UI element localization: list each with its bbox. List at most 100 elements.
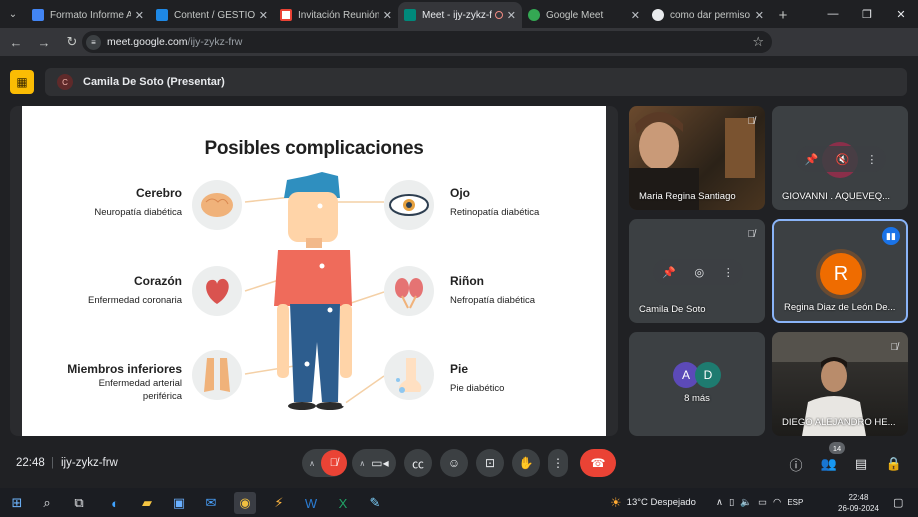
presenter-avatar: C: [57, 74, 73, 90]
clock[interactable]: 22:48 26-09-2024: [838, 488, 879, 517]
close-icon[interactable]: ✕: [135, 9, 144, 22]
emoji-button[interactable]: ☺: [440, 449, 468, 477]
mic-off-icon: 🎙̸: [747, 116, 756, 127]
tab-invitacion-reunion[interactable]: Invitación Reunión de ✕: [274, 2, 398, 28]
separator: |: [51, 457, 54, 469]
close-icon[interactable]: ✕: [383, 9, 392, 22]
language-indicator[interactable]: ESP: [787, 498, 803, 507]
chevron-up-icon[interactable]: ∧: [716, 497, 723, 508]
mail-icon[interactable]: ✉: [200, 492, 222, 514]
participant-name: GIOVANNI . AQUEVEQ...: [782, 191, 891, 202]
presenter-banner[interactable]: C Camila De Soto (Presentar): [45, 68, 907, 96]
mic-off-icon: 🎙̸: [890, 342, 899, 353]
system-tray: ∧ ▯ 🔈 ▭ ◠ ESP: [716, 488, 803, 517]
lightning-app-icon[interactable]: ⚡: [268, 492, 290, 514]
camera-control[interactable]: ∧ ▭◂: [352, 449, 396, 477]
chrome-icon[interactable]: ◉: [234, 492, 256, 514]
close-icon[interactable]: ✕: [507, 9, 516, 22]
mic-off-icon[interactable]: 🎙̸: [320, 450, 347, 476]
close-window-icon[interactable]: ✕: [884, 0, 918, 28]
close-icon[interactable]: ✕: [755, 9, 764, 22]
tab-google-meet[interactable]: Google Meet ✕: [522, 2, 646, 28]
chevron-up-icon[interactable]: ∧: [309, 459, 315, 468]
meeting-controls: 22:48 | ijy-zykz-frw ∧ 🎙̸ ∧ ▭◂ ㏄ ☺ ⊡ ✋ ⋮…: [0, 442, 918, 488]
host-controls-icon[interactable]: 🔒: [884, 455, 904, 473]
battery-icon[interactable]: ▭: [758, 497, 767, 508]
more-options-icon[interactable]: ⋮: [723, 266, 734, 279]
tab-search-chevron-icon[interactable]: ⌄: [0, 0, 26, 28]
forward-icon[interactable]: →: [32, 30, 56, 54]
edge-icon[interactable]: ◐: [104, 492, 126, 514]
tab-como-dar-permiso[interactable]: como dar permiso en ✕: [646, 2, 770, 28]
chevron-up-icon[interactable]: ∧: [359, 459, 365, 468]
pin-icon[interactable]: 📌: [805, 153, 819, 166]
minimize-icon[interactable]: —: [816, 0, 850, 28]
meet-icon: [404, 9, 416, 21]
address-bar[interactable]: ≡ meet.google.com/ijy-zykz-frw ☆: [82, 31, 772, 53]
hand-icon: ✋: [518, 456, 534, 470]
present-button[interactable]: ⊡: [476, 449, 504, 477]
excel-icon[interactable]: X: [332, 492, 354, 514]
camera-icon[interactable]: ▭◂: [371, 456, 388, 470]
weather-widget[interactable]: ☀ 13°C Despejado: [610, 488, 696, 517]
search-icon[interactable]: ⌕: [36, 492, 58, 514]
participant-tile[interactable]: 🎙̸ Maria Regina Santiago: [629, 106, 765, 210]
fingerprint-icon[interactable]: ◎: [695, 266, 705, 279]
tab-content-gestion[interactable]: Content / GESTION D ✕: [150, 2, 274, 28]
microphone-control[interactable]: ∧ 🎙̸: [302, 449, 347, 477]
close-icon[interactable]: ✕: [631, 9, 640, 22]
participant-count-badge: 14: [829, 442, 845, 454]
chat-icon[interactable]: ▤: [851, 455, 871, 473]
participant-tile[interactable]: 🎙̸ DIEGO ALEJANDRO HE...: [772, 332, 908, 436]
mute-icon[interactable]: 🔇: [835, 153, 849, 166]
presentation-icon[interactable]: ▦: [10, 70, 34, 94]
close-icon[interactable]: ✕: [259, 9, 268, 22]
windows-start-icon[interactable]: ⊞: [6, 492, 28, 514]
back-icon[interactable]: ←: [4, 30, 28, 54]
heart-icon: [192, 266, 242, 316]
info-icon[interactable]: ⓘ: [786, 455, 806, 473]
leave-call-button[interactable]: ☎: [580, 449, 616, 477]
tile-actions: 📌 ◎ ⋮: [653, 259, 743, 285]
presentation-stage: Posibles complicaciones Cerebro Neuropat…: [10, 106, 618, 436]
tile-actions: 📌 🔇 ⋮: [796, 146, 886, 172]
restore-icon[interactable]: ❐: [850, 0, 884, 28]
raise-hand-button[interactable]: ✋: [512, 449, 540, 477]
more-participants-tile[interactable]: A D 8 más: [629, 332, 765, 436]
participant-tile-speaking[interactable]: ▮▮ R Regina Diaz de León De...: [772, 219, 908, 323]
reload-icon[interactable]: ↻: [60, 30, 84, 54]
wifi-icon[interactable]: ◠: [773, 497, 781, 508]
task-view-icon[interactable]: ⧉: [68, 492, 90, 514]
pin-icon[interactable]: 📌: [662, 266, 676, 279]
site-info-icon[interactable]: ≡: [86, 34, 101, 50]
people-icon[interactable]: 👥: [819, 455, 839, 473]
word-icon[interactable]: W: [300, 492, 322, 514]
notepad-icon[interactable]: ✎: [364, 492, 386, 514]
participant-name: Camila De Soto: [639, 304, 706, 315]
legs-icon: [192, 350, 242, 400]
new-tab-button[interactable]: +: [770, 2, 796, 28]
avatar: D: [695, 362, 721, 388]
hang-up-icon: ☎: [590, 456, 606, 470]
network-icon[interactable]: ▯: [729, 497, 734, 508]
foot-icon: [384, 350, 434, 400]
presenter-label: Camila De Soto (Presentar): [83, 76, 225, 88]
notifications-icon[interactable]: ▢: [893, 488, 903, 517]
label-ojo: Ojo Retinopatía diabética: [450, 186, 540, 218]
captions-button[interactable]: ㏄: [404, 449, 432, 477]
label-corazon: Corazón Enfermedad coronaria: [88, 274, 182, 306]
bookmark-star-icon[interactable]: ☆: [752, 34, 764, 50]
tab-formato-informe[interactable]: Formato Informe Act ✕: [26, 2, 150, 28]
file-explorer-icon[interactable]: ▰: [136, 492, 158, 514]
brain-icon: [192, 180, 242, 230]
tab-meet-active[interactable]: Meet - ijy-zykz-frw ✕: [398, 2, 522, 28]
participant-tile[interactable]: 📌 🔇 ⋮ GIOVANNI . AQUEVEQ...: [772, 106, 908, 210]
more-options-icon[interactable]: ⋮: [866, 153, 877, 166]
more-options-button[interactable]: ⋮: [548, 449, 568, 477]
meeting-time: 22:48: [16, 457, 45, 469]
store-icon[interactable]: ▣: [168, 492, 190, 514]
volume-icon[interactable]: 🔈: [740, 497, 752, 508]
mic-off-icon: 🎙̸: [747, 229, 756, 240]
browser-toolbar: ← → ↻ ≡ meet.google.com/ijy-zykz-frw ☆ ⬚…: [0, 28, 918, 78]
participant-tile[interactable]: 🎙̸ 📌 ◎ ⋮ Camila De Soto: [629, 219, 765, 323]
